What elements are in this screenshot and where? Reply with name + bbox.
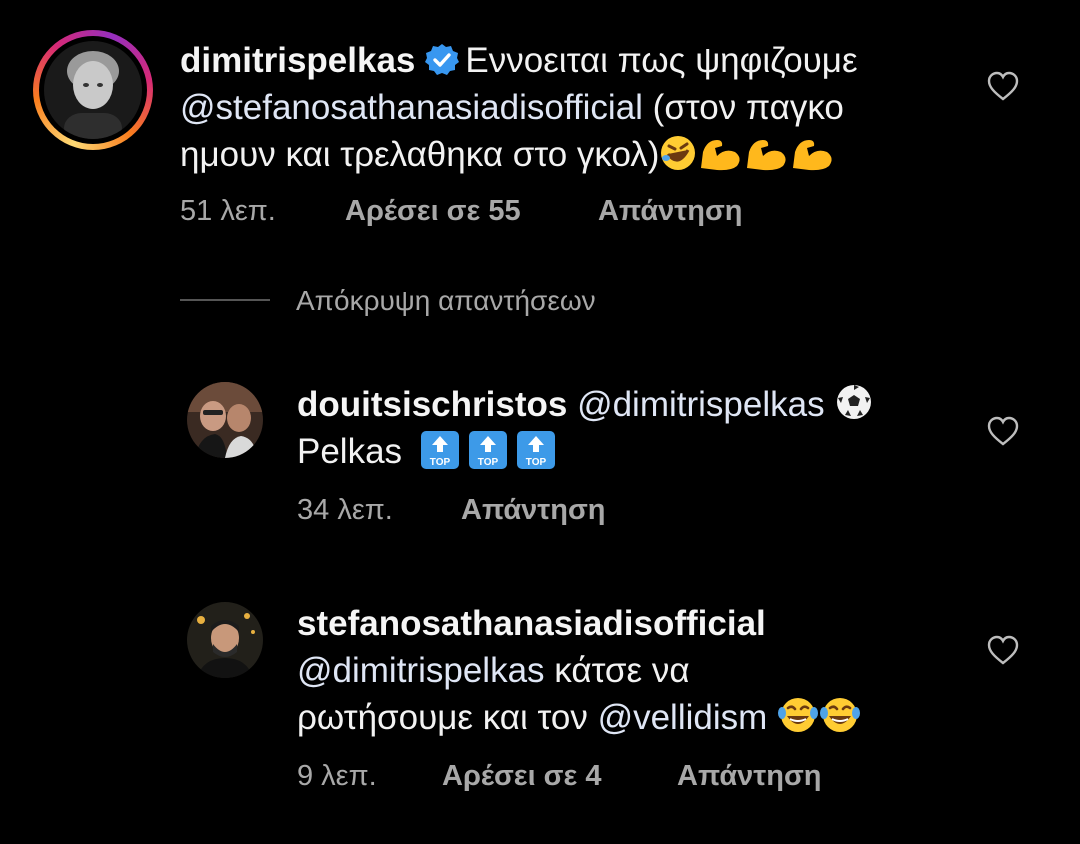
reply-1-time: 34 λεπ.: [297, 494, 393, 526]
reply-1-mention[interactable]: @dimitrispelkas: [577, 385, 825, 424]
reply-2-mention2[interactable]: @vellidism: [598, 698, 768, 737]
comment-likes[interactable]: Αρέσει σε 55: [345, 195, 521, 228]
like-heart-icon[interactable]: [986, 634, 1020, 666]
reply-2-time: 9 λεπ.: [297, 760, 377, 792]
svg-text:TOP: TOP: [478, 457, 499, 468]
reply-2-text: stefanosathanasiadisofficial @dimitrispe…: [297, 600, 861, 741]
flexed-biceps-emoji-icon: [747, 140, 786, 171]
reply-2-reply-button[interactable]: Απάντηση: [677, 760, 822, 793]
comment-username[interactable]: dimitrispelkas: [180, 41, 415, 80]
svg-text:TOP: TOP: [430, 457, 451, 468]
reply-2-text-part2: ρωτήσουμε και τον: [297, 698, 598, 737]
reply-2-text-part1: κάτσε να: [544, 651, 690, 690]
avatar-stefanosathanasiadisofficial[interactable]: [187, 602, 263, 678]
svg-text:TOP: TOP: [526, 457, 547, 468]
comment-text-part3: ημουν και τρελαθηκα στο γκολ): [180, 135, 660, 174]
reply-2-likes[interactable]: Αρέσει σε 4: [442, 760, 601, 793]
reply-1-body: Pelkas: [297, 432, 403, 471]
comment-text-part1: Εννοειται πως ψηφιζουμε: [465, 41, 858, 80]
top-arrow-emoji-icon: TOP: [468, 431, 507, 469]
like-heart-icon[interactable]: [986, 415, 1020, 447]
comments-view: dimitrispelkas Εννοειται πως ψηφιζουμε @…: [0, 0, 1080, 844]
comment-main-text: dimitrispelkas Εννοειται πως ψηφιζουμε @…: [180, 37, 858, 178]
laughing-emoji-icon: [820, 698, 861, 732]
reply-2-username[interactable]: stefanosathanasiadisofficial: [297, 604, 766, 643]
comment-time: 51 λεπ.: [180, 195, 276, 227]
avatar-douitsischristos[interactable]: [187, 382, 263, 458]
reply-1-reply-button[interactable]: Απάντηση: [461, 494, 606, 527]
top-arrow-emoji-icon: TOP: [516, 431, 555, 469]
rolling-laughing-emoji-icon: [661, 136, 696, 170]
reply-1-meta: 34 λεπ. Απάντηση: [297, 494, 797, 530]
avatar-dimitrispelkas[interactable]: [44, 41, 142, 139]
comment-main-meta: 51 λεπ. Αρέσει σε 55 Απάντηση: [180, 195, 880, 231]
laughing-emoji-icon: [778, 698, 819, 732]
hide-replies-divider: [180, 299, 270, 301]
comment-reply-button[interactable]: Απάντηση: [598, 195, 743, 228]
reply-2-meta: 9 λεπ. Αρέσει σε 4 Απάντηση: [297, 760, 997, 796]
like-heart-icon[interactable]: [986, 70, 1020, 102]
verified-badge-icon: [425, 44, 460, 75]
flexed-biceps-emoji-icon: [701, 140, 740, 171]
top-arrow-emoji-icon: TOP: [420, 431, 459, 469]
reply-2-mention[interactable]: @dimitrispelkas: [297, 651, 545, 690]
comment-mention[interactable]: @stefanosathanasiadisofficial: [180, 88, 643, 127]
hide-replies-button[interactable]: Απόκρυψη απαντήσεων: [296, 285, 596, 317]
reply-1-text: douitsischristos @dimitrispelkas Pelkas …: [297, 381, 874, 475]
reply-1-username[interactable]: douitsischristos: [297, 385, 567, 424]
soccer-ball-emoji-icon: [837, 385, 872, 419]
flexed-biceps-emoji-icon: [793, 140, 832, 171]
comment-text-part2: (στον παγκο: [642, 88, 844, 127]
